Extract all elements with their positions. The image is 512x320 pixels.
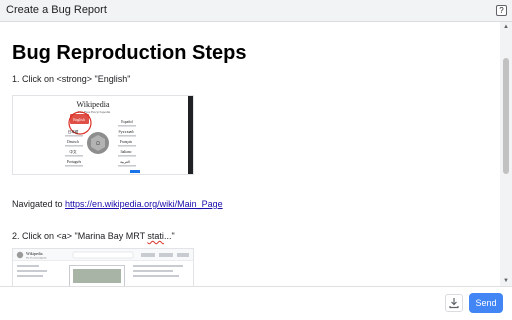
step-1-text: 1. Click on <strong> "English" — [12, 74, 131, 84]
svg-text:Ω: Ω — [96, 141, 100, 147]
download-button[interactable] — [445, 294, 463, 312]
send-button[interactable]: Send — [469, 293, 503, 313]
nav-url-link[interactable]: https://en.wikipedia.org/wiki/Main_Page — [65, 199, 223, 209]
window-title: Create a Bug Report — [6, 4, 107, 16]
screenshot-edge — [188, 96, 193, 174]
report-content[interactable]: Bug Reproduction Steps 1. Click on <stro… — [0, 22, 512, 286]
step-2-text: 2. Click on <a> "Marina Bay MRT stati...… — [12, 231, 175, 241]
step-2-screenshot: Wikipedia The Free Encyclopedia — [12, 248, 194, 286]
step-2-suffix: ..." — [163, 231, 175, 241]
wiki-lang-chinese: 中文 — [69, 149, 77, 154]
wikipedia-portal-screenshot: Wikipedia The Free Encyclopedia Ω Englis… — [65, 100, 136, 167]
wiki-lang-french: Français — [120, 140, 133, 144]
step-1-screenshot: Wikipedia The Free Encyclopedia Ω Englis… — [12, 95, 194, 175]
content-scrollbar[interactable]: ▲ ▼ — [500, 22, 512, 286]
report-heading: Bug Reproduction Steps — [12, 42, 247, 64]
scroll-up-icon[interactable]: ▲ — [503, 24, 509, 30]
bug-report-window: Create a Bug Report ? Bug Reproduction S… — [0, 0, 512, 320]
screenshot-scroll-indicator — [130, 170, 140, 173]
nav-prefix: Navigated to — [12, 199, 66, 209]
wiki-lang-japanese: 日本語 — [68, 129, 79, 134]
scrollbar-thumb[interactable] — [503, 58, 509, 174]
wiki-lang-italiano: Italiano — [121, 150, 132, 154]
wiki-logo-icon — [16, 251, 24, 259]
wiki-globe-icon: Ω — [87, 132, 109, 154]
wiki-lang-arabic: العربية — [120, 160, 130, 164]
shot2-subtitle: The Free Encyclopedia — [26, 258, 46, 260]
title-bar: Create a Bug Report ? — [0, 0, 512, 22]
wiki-title: Wikipedia — [77, 100, 110, 109]
marina-bay-photo — [73, 269, 121, 283]
navigation-line: Navigated to https://en.wikipedia.org/wi… — [12, 199, 223, 209]
scroll-down-icon[interactable]: ▼ — [503, 278, 509, 284]
wiki-lang-russian: Русский — [118, 130, 134, 134]
step-2-misspelled-word: stati — [147, 231, 164, 241]
wiki-lang-deutsch: Deutsch — [67, 140, 79, 144]
help-icon[interactable]: ? — [496, 5, 507, 16]
footer-bar: Send — [0, 286, 512, 320]
download-icon — [449, 298, 459, 309]
wiki-lang-espanol: Español — [121, 120, 133, 124]
wiki-lang-portugues: Português — [67, 160, 82, 164]
wiki-lang-english: English — [73, 118, 85, 122]
shot2-title: Wikipedia — [26, 251, 43, 256]
step-2-prefix: 2. Click on <a> "Marina Bay MRT — [12, 231, 148, 241]
